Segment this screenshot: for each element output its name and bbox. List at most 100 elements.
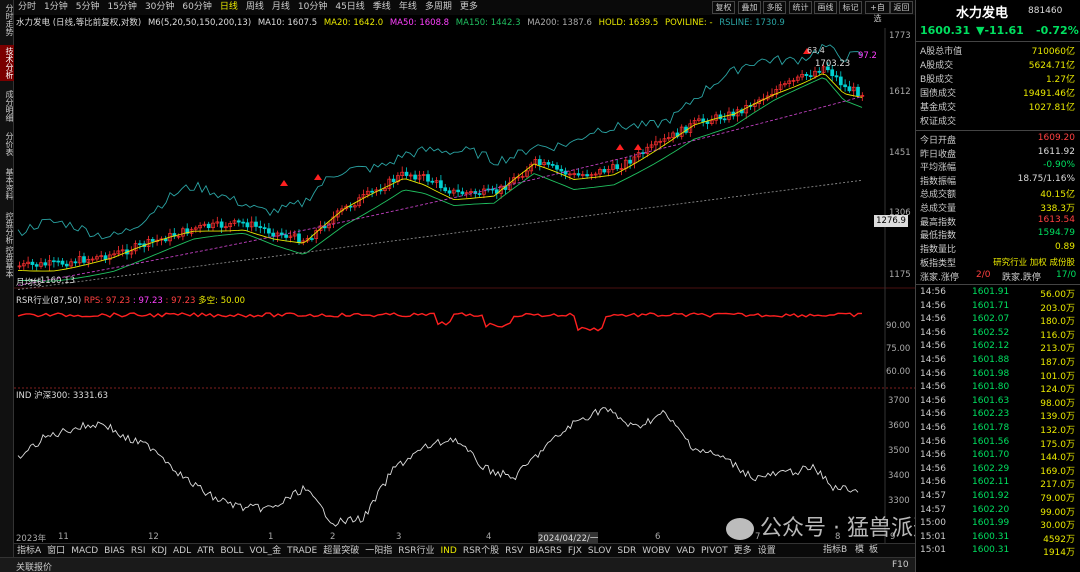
period-3[interactable]: 15分钟 bbox=[103, 0, 140, 15]
tick-row: 14:56 1601.91 56.00万 bbox=[916, 287, 1080, 301]
tool-button-4[interactable]: 画线 bbox=[814, 1, 837, 14]
indicator-tab-10[interactable]: TRADE bbox=[284, 544, 320, 558]
tool-button-0[interactable]: 复权 bbox=[712, 1, 735, 14]
status-text[interactable]: 关联报价 bbox=[16, 560, 52, 572]
tool-button-2[interactable]: 多股 bbox=[763, 1, 786, 14]
indicator-tab-18[interactable]: FJX bbox=[565, 544, 585, 558]
left-tab-1[interactable]: 技术分析 bbox=[0, 45, 14, 81]
tick-time: 14:56 bbox=[920, 341, 946, 352]
candle-body bbox=[236, 220, 241, 223]
tool-button-6[interactable]: +自选 bbox=[865, 1, 890, 23]
left-tab-2[interactable]: 成分明细 bbox=[0, 88, 14, 124]
period-10[interactable]: 45日线 bbox=[331, 0, 368, 15]
indicator-tab-21[interactable]: WOBV bbox=[639, 544, 673, 558]
tick-volume: 217.0万 bbox=[1040, 480, 1075, 491]
candle-body bbox=[847, 86, 852, 92]
indicator-tab-5[interactable]: KDJ bbox=[149, 544, 171, 558]
tick-time: 14:56 bbox=[920, 327, 946, 338]
candle-body bbox=[267, 228, 271, 234]
index-stat-label: 平均涨幅 bbox=[920, 163, 957, 174]
indicator-tab-8[interactable]: BOLL bbox=[217, 544, 246, 558]
f10-button[interactable]: F10 bbox=[892, 560, 909, 570]
indicator-tab-20[interactable]: SDR bbox=[614, 544, 639, 558]
period-6[interactable]: 日线 bbox=[216, 0, 242, 15]
chart-canvas[interactable] bbox=[14, 28, 915, 543]
period-7[interactable]: 周线 bbox=[242, 0, 268, 15]
board-type-label: 板指类型 bbox=[920, 259, 957, 269]
candle-body bbox=[546, 162, 551, 165]
market-stat-label: B股成交 bbox=[920, 75, 954, 85]
left-tab-4[interactable]: 基本资料 bbox=[0, 166, 14, 202]
indicator-tab-3[interactable]: BIAS bbox=[101, 544, 128, 558]
market-stat-label: 国债成交 bbox=[920, 89, 957, 99]
tick-volume: 187.0万 bbox=[1040, 358, 1075, 368]
period-5[interactable]: 60分钟 bbox=[178, 0, 215, 15]
period-4[interactable]: 30分钟 bbox=[141, 0, 178, 15]
indicator-tab-25[interactable]: 设置 bbox=[755, 544, 779, 558]
tick-time: 15:00 bbox=[920, 518, 946, 529]
left-tab-6[interactable]: 控盘基本 bbox=[0, 244, 14, 280]
indicator-tab-11[interactable]: 超量突破 bbox=[320, 544, 362, 558]
indicator-tab-1[interactable]: 窗口 bbox=[44, 544, 68, 558]
candle-body bbox=[443, 187, 448, 192]
tick-time: 14:57 bbox=[920, 491, 946, 501]
period-11[interactable]: 季线 bbox=[369, 0, 395, 15]
indicator-tab-6[interactable]: ADL bbox=[170, 544, 194, 558]
indicator-tab-9[interactable]: VOL_金 bbox=[246, 544, 284, 558]
indicator-tab-22[interactable]: VAD bbox=[673, 544, 698, 558]
rsr-v3: 多空: 50.00 bbox=[198, 296, 246, 306]
period-13[interactable]: 多周期 bbox=[421, 0, 456, 15]
index-stat-label: 昨日收盘 bbox=[920, 149, 957, 160]
indicator-tab-13[interactable]: RSR行业 bbox=[395, 544, 437, 558]
bottom-right-tab-0[interactable]: 指标B bbox=[820, 543, 850, 557]
period-0[interactable]: 分时 bbox=[14, 0, 40, 15]
ind-axis-label: 3300 bbox=[888, 496, 910, 506]
period-14[interactable]: 更多 bbox=[456, 0, 482, 15]
period-2[interactable]: 5分钟 bbox=[72, 0, 104, 15]
period-9[interactable]: 10分钟 bbox=[294, 0, 331, 15]
candle-body bbox=[477, 193, 482, 195]
left-tab-5[interactable]: 控盘分析 bbox=[0, 210, 14, 246]
candle-body bbox=[64, 263, 69, 267]
index-stat-row: 总成交量 338.3万 bbox=[916, 201, 1080, 215]
indicator-tab-24[interactable]: 更多 bbox=[731, 544, 755, 558]
indicator-tab-16[interactable]: RSV bbox=[502, 544, 526, 558]
tick-row: 14:56 1601.80 124.0万 bbox=[916, 382, 1080, 396]
tick-row: 14:56 1602.12 213.0万 bbox=[916, 341, 1080, 355]
left-tab-3[interactable]: 分价表 bbox=[0, 130, 14, 158]
indicator-tab-14[interactable]: IND bbox=[438, 544, 460, 558]
indicator-tab-17[interactable]: BIASRS bbox=[526, 544, 565, 558]
tick-volume: 1914万 bbox=[1043, 548, 1075, 559]
tick-row: 15:01 1600.31 4592万 bbox=[916, 532, 1080, 546]
indicator-tab-12[interactable]: 一阳指 bbox=[362, 544, 395, 558]
indicator-tab-15[interactable]: RSR个股 bbox=[460, 544, 502, 558]
period-1[interactable]: 1分钟 bbox=[40, 0, 72, 15]
tick-price: 1601.98 bbox=[972, 368, 1010, 379]
market-stat-row: A股总市值 710060亿 bbox=[916, 44, 1080, 58]
indicator-tab-7[interactable]: ATR bbox=[194, 544, 217, 558]
index-stat-value: 1594.79 bbox=[1037, 228, 1075, 239]
ind-axis-label: 3700 bbox=[888, 396, 910, 406]
indicator-tab-23[interactable]: PIVOT bbox=[698, 544, 731, 558]
indicator-tab-2[interactable]: MACD bbox=[68, 544, 101, 558]
tick-volume: 124.0万 bbox=[1040, 385, 1075, 396]
bottom-right-tab-2[interactable]: 板 bbox=[866, 543, 881, 557]
tool-button-7[interactable]: 返回 bbox=[890, 1, 913, 14]
market-stat-value: 1.27亿 bbox=[1045, 75, 1075, 85]
chart-title: 水力发电 (日线,等比前复权,对数) bbox=[16, 18, 142, 28]
tool-button-1[interactable]: 叠加 bbox=[738, 1, 761, 14]
stock-code: 881460 bbox=[1028, 6, 1063, 16]
candle-body bbox=[447, 190, 452, 194]
tool-button-5[interactable]: 标记 bbox=[839, 1, 862, 14]
tool-button-3[interactable]: 统计 bbox=[789, 1, 812, 14]
tick-time: 14:56 bbox=[920, 436, 946, 447]
board-type-value[interactable]: 研究行业 加权 成份股 bbox=[993, 256, 1075, 268]
bottom-right-tab-1[interactable]: 模 bbox=[852, 543, 867, 557]
indicator-tab-19[interactable]: SLOV bbox=[585, 544, 615, 558]
index-stat-label: 指数振幅 bbox=[920, 176, 957, 187]
indicator-tab-0[interactable]: 指标A bbox=[14, 544, 44, 558]
indicator-tab-4[interactable]: RSI bbox=[128, 544, 149, 558]
period-8[interactable]: 月线 bbox=[268, 0, 294, 15]
period-12[interactable]: 年线 bbox=[395, 0, 421, 15]
left-tab-0[interactable]: 分时走势 bbox=[0, 2, 14, 38]
